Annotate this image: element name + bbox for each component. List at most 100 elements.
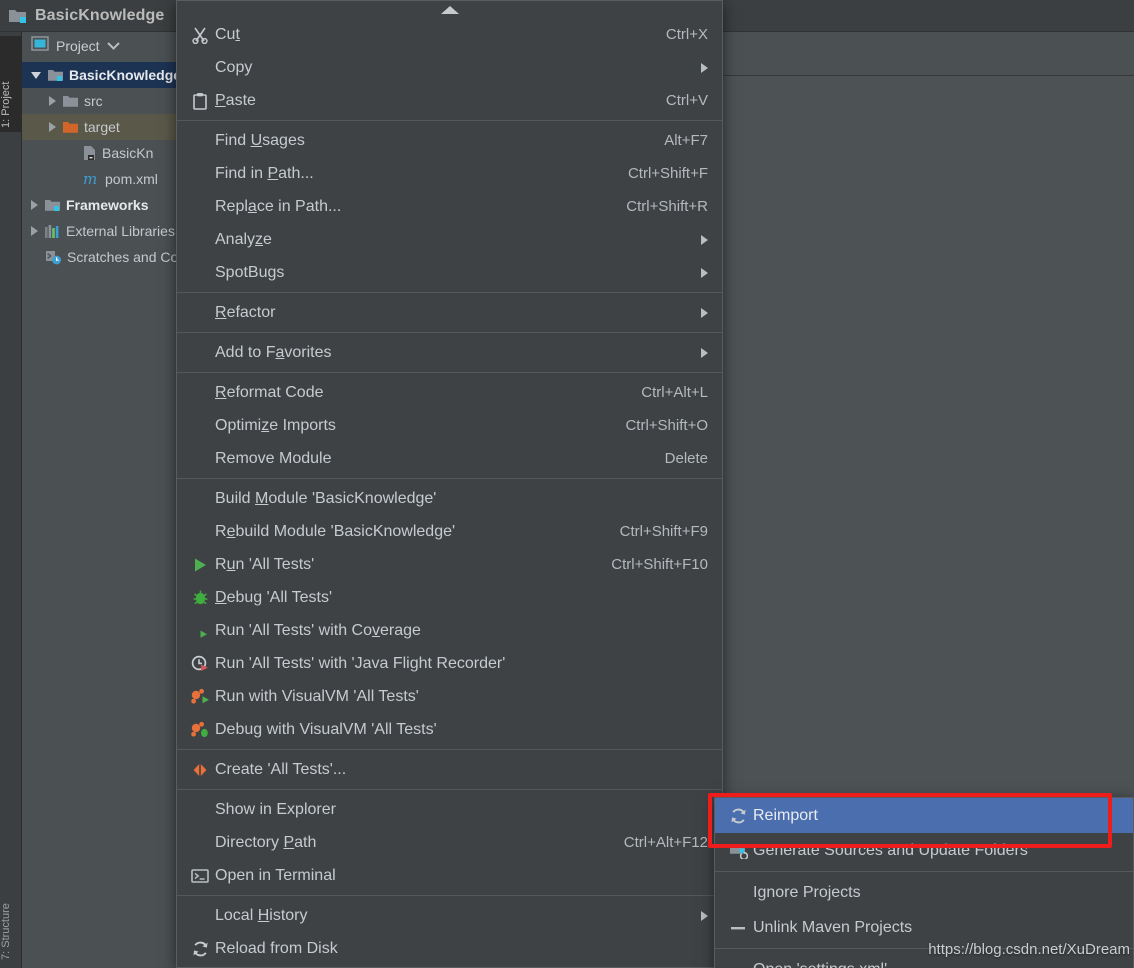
svg-text:m: m <box>83 171 97 187</box>
context-menu-item[interactable]: Run 'All Tests' with 'Java Flight Record… <box>177 647 722 680</box>
stripe-button-structure[interactable]: 7: Structure <box>0 868 22 964</box>
context-menu-item-shortcut: Alt+F7 <box>664 132 708 149</box>
chevron-down-icon[interactable] <box>106 37 120 55</box>
context-menu-item-label: Paste <box>215 91 256 109</box>
reload-icon <box>185 940 215 958</box>
context-menu-item-label: Local History <box>215 906 308 924</box>
context-menu-item-label: Cut <box>215 25 240 43</box>
context-menu-item-label: Add to Favorites <box>215 343 332 361</box>
context-menu-item[interactable]: Paste Ctrl+V <box>177 84 722 117</box>
context-menu-item[interactable]: Reload from Disk <box>177 932 722 965</box>
context-menu-item-label: Show in Explorer <box>215 800 336 818</box>
context-menu-item-shortcut: Ctrl+V <box>665 92 708 109</box>
context-menu-item[interactable]: Add to Favorites <box>177 336 722 369</box>
coverage-icon <box>191 622 209 639</box>
context-menu-item[interactable]: Rebuild Module 'BasicKnowledge' Ctrl+Shif… <box>177 515 722 548</box>
context-menu-item[interactable]: Local History <box>177 899 722 932</box>
run-icon <box>192 557 208 573</box>
menu-separator <box>177 332 722 333</box>
window-title: BasicKnowledge <box>35 6 165 24</box>
context-menu-item-label: Reformat Code <box>215 383 324 401</box>
maven-submenu-item-selected[interactable]: Reimport <box>715 798 1133 833</box>
context-menu-item[interactable]: Cut Ctrl+X <box>177 18 722 51</box>
context-menu-item[interactable]: Optimize Imports Ctrl+Shift+O <box>177 409 722 442</box>
maven-submenu-item[interactable]: Ignore Projects <box>715 875 1133 910</box>
menu-separator <box>177 120 722 121</box>
project-tree-item-label: pom.xml <box>105 171 158 187</box>
scroll-up-arrow-icon[interactable] <box>177 1 722 18</box>
context-menu-item[interactable]: Show in Explorer <box>177 793 722 826</box>
context-menu-item[interactable]: Analyze <box>177 223 722 256</box>
reload-icon <box>191 940 210 958</box>
context-menu-item-label: Remove Module <box>215 449 332 467</box>
menu-separator <box>177 895 722 896</box>
context-menu-item[interactable]: Run 'All Tests' Ctrl+Shift+F10 <box>177 548 722 581</box>
context-menu-item[interactable]: Open in Terminal <box>177 859 722 892</box>
submenu-arrow-icon <box>701 234 708 245</box>
context-menu-item[interactable]: Replace in Path... Ctrl+Shift+R <box>177 190 722 223</box>
maven-submenu-item[interactable]: Unlink Maven Projects <box>715 910 1133 945</box>
project-tree-item-label: BasicKn <box>102 145 154 161</box>
context-menu-item[interactable]: Directory Path Ctrl+Alt+F12 <box>177 826 722 859</box>
project-tree-item-label: Frameworks <box>66 197 149 213</box>
context-menu-item-shortcut: Ctrl+Alt+L <box>641 384 708 401</box>
maven-submenu-item-label: Generate Sources and Update Folders <box>753 841 1028 859</box>
project-tree-item-label: BasicKnowledge <box>69 67 182 83</box>
maven-m-icon: m <box>82 171 100 187</box>
twisty-collapsed-icon[interactable] <box>30 200 39 210</box>
context-menu-list: Cut Ctrl+X Copy Paste Ctrl+V Find Usages Alt+F… <box>177 18 722 967</box>
menu-separator <box>177 372 722 373</box>
project-panel-label: Project <box>56 38 100 54</box>
context-menu-item-label: Optimize Imports <box>215 416 336 434</box>
context-menu-item[interactable]: Create 'All Tests'... <box>177 753 722 786</box>
context-menu-item[interactable]: Remove Module Delete <box>177 442 722 475</box>
menu-separator <box>177 478 722 479</box>
unlink-icon <box>729 921 747 935</box>
twisty-collapsed-icon[interactable] <box>48 96 57 106</box>
context-menu-item[interactable]: Debug with VisualVM 'All Tests' <box>177 713 722 746</box>
context-menu-item-label: Rebuild Module 'BasicKnowledge' <box>215 522 456 540</box>
context-menu-item-label: Open in Terminal <box>215 866 336 884</box>
jfr-icon <box>191 655 209 672</box>
twisty-collapsed-icon[interactable] <box>30 226 39 236</box>
context-menu-item[interactable]: Run 'All Tests' with Coverage <box>177 614 722 647</box>
paste-icon <box>192 92 208 110</box>
maven-submenu-item-label: Reimport <box>753 806 818 824</box>
context-menu-item-label: Run 'All Tests' <box>215 555 315 573</box>
maven-submenu-item[interactable]: Generate Sources and Update Folders <box>715 833 1133 868</box>
context-menu-item-label: Create 'All Tests'... <box>215 760 347 778</box>
create-config-icon <box>191 762 209 778</box>
ide-window: BasicKnowledge 1: Project 7: Structure P… <box>0 0 1134 968</box>
debug-icon <box>185 589 215 606</box>
context-menu-item[interactable]: Reformat Code Ctrl+Alt+L <box>177 376 722 409</box>
context-menu-item[interactable]: Refactor <box>177 296 722 329</box>
submenu-arrow-icon <box>701 62 708 73</box>
jfr-icon <box>185 655 215 672</box>
submenu-arrow-icon <box>701 307 708 318</box>
cut-icon <box>185 26 215 44</box>
menu-separator <box>177 749 722 750</box>
context-menu-item-label: Replace in Path... <box>215 197 342 215</box>
context-menu-item[interactable]: Build Module 'BasicKnowledge' <box>177 482 722 515</box>
context-menu-item-label: Find in Path... <box>215 164 314 182</box>
twisty-expanded-icon[interactable] <box>30 71 42 79</box>
context-menu-item-label: Run 'All Tests' with Coverage <box>215 621 421 639</box>
context-menu-item-shortcut: Ctrl+Alt+F12 <box>623 834 708 851</box>
create-config-icon <box>185 762 215 778</box>
reload-icon <box>723 807 753 825</box>
maven-submenu-item-label: Unlink Maven Projects <box>753 918 913 936</box>
visualvm-debug-icon <box>190 721 210 738</box>
visualvm-run-icon <box>185 688 215 705</box>
context-menu-item[interactable]: Run with VisualVM 'All Tests' <box>177 680 722 713</box>
context-menu-item[interactable]: Find Usages Alt+F7 <box>177 124 722 157</box>
context-menu-item[interactable]: Debug 'All Tests' <box>177 581 722 614</box>
context-menu-item[interactable]: Find in Path... Ctrl+Shift+F <box>177 157 722 190</box>
maven-submenu-item-label: Open 'settings.xml' <box>753 961 1119 968</box>
context-menu-item-shortcut: Ctrl+Shift+F10 <box>611 556 708 573</box>
context-menu-item[interactable]: Copy <box>177 51 722 84</box>
context-menu-item[interactable]: SpotBugs <box>177 256 722 289</box>
stripe-button-project[interactable]: 1: Project <box>0 36 22 132</box>
twisty-collapsed-icon[interactable] <box>48 122 57 132</box>
